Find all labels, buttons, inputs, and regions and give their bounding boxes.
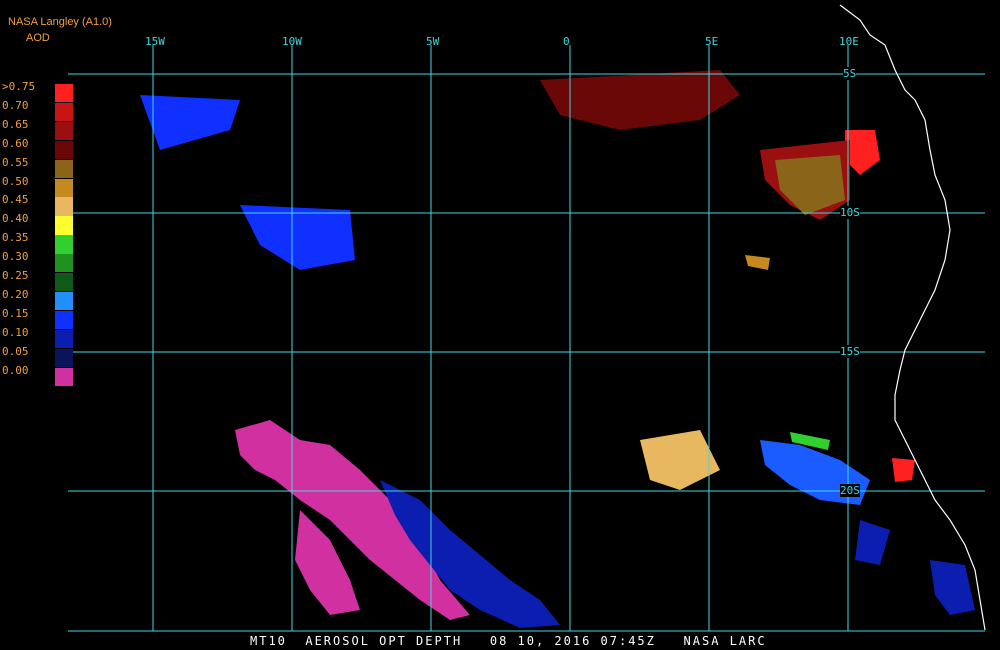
lon-label: 5W xyxy=(426,35,440,48)
legend-label: 0.10 xyxy=(2,325,29,339)
plume-scatter-blue xyxy=(140,95,240,150)
lat-label: 15S xyxy=(840,345,860,358)
legend-swatch xyxy=(55,348,73,367)
legend-swatch xyxy=(55,84,73,103)
lon-label: 10W xyxy=(282,35,302,48)
legend-swatch xyxy=(55,235,73,254)
lon-label: 5E xyxy=(705,35,719,48)
legend-label: 0.70 xyxy=(2,98,29,112)
legend-swatch xyxy=(55,159,73,178)
lat-label: 20S xyxy=(840,484,860,497)
lon-label: 15W xyxy=(145,35,165,48)
legend-swatch xyxy=(55,121,73,141)
lon-label: 10E xyxy=(839,35,859,48)
legend-swatch xyxy=(55,367,73,386)
legend-label: 0.65 xyxy=(2,117,29,131)
legend-label: 0.30 xyxy=(2,250,29,264)
plume-navy-3 xyxy=(930,560,975,615)
legend-label: 0.05 xyxy=(2,344,29,358)
legend-label: 0.60 xyxy=(2,136,29,150)
legend-swatch xyxy=(55,140,73,160)
plume-navy-2 xyxy=(855,520,890,565)
legend-label: 0.45 xyxy=(2,193,29,207)
legend-swatch xyxy=(55,178,73,197)
legend-swatch xyxy=(55,197,73,216)
legend-label: 0.35 xyxy=(2,231,29,245)
plume-yellow xyxy=(640,430,720,490)
map-caption: MT10 AEROSOL OPT DEPTH 08 10, 2016 07:45… xyxy=(250,634,767,648)
lat-label: 10S xyxy=(840,206,860,219)
legend-swatch xyxy=(55,254,73,273)
legend-label: >0.75 xyxy=(2,80,36,93)
lon-label: 0 xyxy=(563,35,570,48)
legend-swatch xyxy=(55,273,73,292)
legend-swatch xyxy=(55,329,73,349)
legend-label: 0.25 xyxy=(2,269,29,282)
aerosol-map xyxy=(68,4,986,632)
legend-swatch xyxy=(55,310,73,330)
plume-red-2 xyxy=(892,458,915,482)
plume-red-1 xyxy=(845,130,880,175)
legend-label: 0.50 xyxy=(2,174,29,188)
legend-swatch xyxy=(55,216,73,235)
legend-swatch xyxy=(55,291,73,311)
plume-scatter-blue-2 xyxy=(240,205,355,270)
legend-label: 0.55 xyxy=(2,155,29,169)
plume-orange xyxy=(745,255,770,270)
lat-label: 5S xyxy=(843,67,857,80)
legend-label: 0.15 xyxy=(2,306,29,320)
legend-label: 0.00 xyxy=(2,363,29,377)
legend-label: 0.40 xyxy=(2,212,29,226)
legend-swatch xyxy=(55,102,73,122)
legend-label: 0.20 xyxy=(2,287,29,301)
